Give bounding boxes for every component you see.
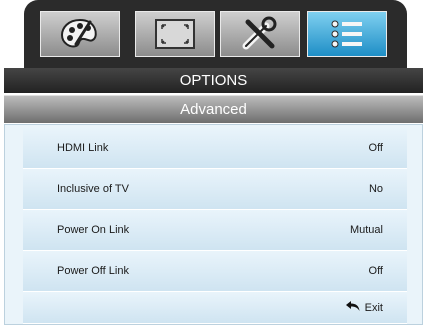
setting-label: Power On Link — [57, 224, 130, 236]
tab-picture[interactable] — [40, 11, 120, 57]
settings-panel: HDMI Link Off Inclusive of TV No Power O… — [4, 124, 423, 325]
setting-row-hdmi-link[interactable]: HDMI Link Off — [23, 128, 407, 169]
tab-screen[interactable] — [135, 11, 215, 57]
exit-button[interactable]: Exit — [345, 292, 383, 323]
setting-value[interactable]: Off — [369, 251, 383, 291]
setting-row-power-off-link[interactable]: Power Off Link Off — [23, 251, 407, 292]
exit-row[interactable]: Exit — [23, 292, 407, 324]
options-list-icon — [327, 16, 367, 52]
menu-tab-bar — [24, 0, 407, 68]
tab-options[interactable] — [307, 11, 387, 57]
setting-label: Power Off Link — [57, 265, 129, 277]
palette-icon — [60, 16, 100, 52]
setting-value[interactable]: Mutual — [350, 210, 383, 250]
menu-title: OPTIONS — [4, 68, 423, 93]
submenu-title: Advanced — [4, 95, 423, 123]
setting-value[interactable]: No — [369, 169, 383, 209]
setting-row-power-on-link[interactable]: Power On Link Mutual — [23, 210, 407, 251]
setting-value[interactable]: Off — [369, 128, 383, 168]
tab-setup[interactable] — [220, 11, 300, 57]
setting-row-inclusive-of-tv[interactable]: Inclusive of TV No — [23, 169, 407, 210]
return-arrow-icon — [345, 299, 361, 317]
setting-label: HDMI Link — [57, 142, 109, 154]
screen-frame-icon — [154, 18, 196, 50]
setting-label: Inclusive of TV — [57, 183, 129, 195]
tools-icon — [240, 16, 280, 52]
exit-label: Exit — [364, 301, 383, 314]
